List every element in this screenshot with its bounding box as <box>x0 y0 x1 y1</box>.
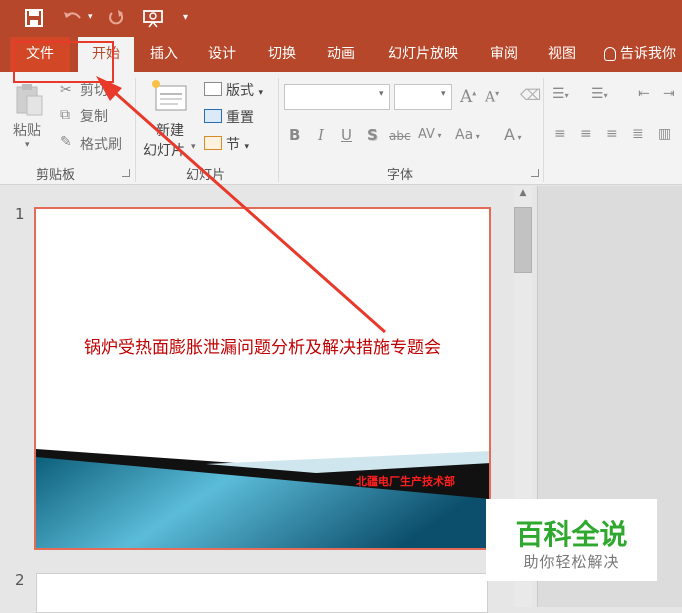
layout-button[interactable]: 版式 ▾ <box>226 80 263 100</box>
grow-font-icon[interactable]: A▴ <box>460 87 476 107</box>
quick-access-toolbar: ▾ ▾ <box>0 0 682 37</box>
strikethrough-button[interactable]: abc <box>389 129 411 143</box>
present-from-start-icon[interactable] <box>142 8 166 28</box>
slide-thumbnail-2[interactable] <box>36 573 488 613</box>
format-painter-button[interactable]: 格式刷 <box>80 134 122 154</box>
reset-button[interactable]: 重置 <box>226 107 254 127</box>
format-painter-icon: ✎ <box>60 134 72 150</box>
font-name-dropdown-icon[interactable]: ▾ <box>379 89 384 99</box>
numbering-icon[interactable]: ☰▾ <box>591 86 608 102</box>
undo-dropdown-icon[interactable]: ▾ <box>88 12 108 32</box>
align-left-icon[interactable]: ≡ <box>554 126 566 142</box>
bullets-icon[interactable]: ☰▾ <box>552 86 569 102</box>
tab-slideshow[interactable]: 幻灯片放映 <box>377 37 469 72</box>
watermark: 百科全说 助你轻松解决 <box>486 499 657 581</box>
clipboard-launcher-icon[interactable] <box>122 169 130 177</box>
change-case-label: Aa <box>455 127 474 143</box>
font-color-button[interactable]: A ▾ <box>504 125 522 144</box>
new-slide-dropdown-icon[interactable]: ▾ <box>191 142 196 152</box>
italic-button[interactable]: I <box>318 126 324 144</box>
align-center-icon[interactable]: ≡ <box>580 126 592 142</box>
slide-thumbnail-1[interactable]: 锅炉受热面膨胀泄漏问题分析及解决措施专题会 北疆电厂生产技术部 <box>34 207 491 550</box>
decrease-indent-icon[interactable]: ⇤ <box>638 86 650 102</box>
redo-icon[interactable] <box>106 8 126 28</box>
tell-me-box[interactable]: 告诉我你 <box>604 37 682 72</box>
new-slide-icon[interactable] <box>150 78 190 114</box>
paste-button[interactable]: 粘贴 <box>13 120 41 140</box>
font-launcher-icon[interactable] <box>531 169 539 177</box>
slides-group-label: 幻灯片 <box>186 168 226 183</box>
copy-button[interactable]: 复制 <box>80 106 108 126</box>
section-icon <box>204 136 222 150</box>
shrink-font-label: A <box>485 89 496 106</box>
bold-button[interactable]: B <box>289 126 300 144</box>
justify-icon[interactable]: ≣ <box>632 126 644 142</box>
watermark-title: 百科全说 <box>515 518 628 551</box>
copy-icon: ⧉ <box>60 107 70 123</box>
character-spacing-label: AV <box>418 127 435 142</box>
font-color-label: A <box>504 125 515 144</box>
slide-footer: 北疆电厂生产技术部 <box>356 475 455 488</box>
font-group-label: 字体 <box>387 168 414 183</box>
save-icon[interactable] <box>24 8 44 28</box>
undo-icon[interactable] <box>62 8 82 28</box>
font-name-input[interactable] <box>284 84 390 110</box>
layout-label: 版式 <box>226 83 254 99</box>
character-spacing-button[interactable]: AV ▾ <box>418 127 442 142</box>
font-size-dropdown-icon[interactable]: ▾ <box>441 89 446 99</box>
scrollbar-thumb[interactable] <box>514 207 532 273</box>
slide-number: 1 <box>15 205 25 223</box>
paste-icon[interactable] <box>14 82 44 118</box>
shrink-font-icon[interactable]: A▾ <box>485 89 499 106</box>
slide-title: 锅炉受热面膨胀泄漏问题分析及解决措施专题会 <box>84 338 441 358</box>
new-slide-label-2[interactable]: 幻灯片 <box>143 140 185 160</box>
section-label: 节 <box>226 137 240 153</box>
align-right-icon[interactable]: ≡ <box>606 126 618 142</box>
tab-review[interactable]: 审阅 <box>480 37 528 72</box>
new-slide-label-1[interactable]: 新建 <box>156 120 184 140</box>
clipboard-group-label: 剪贴板 <box>36 168 76 183</box>
tell-me-label: 告诉我你 <box>620 46 676 62</box>
columns-icon[interactable]: ▥ <box>658 126 671 142</box>
change-case-button[interactable]: Aa ▾ <box>455 127 480 143</box>
group-separator <box>543 78 544 182</box>
scroll-up-icon[interactable]: ▲ <box>514 188 532 204</box>
tab-transitions[interactable]: 切换 <box>258 37 306 72</box>
ribbon-home: 粘贴 ▾ ✂ 剪切 ⧉ 复制 ✎ 格式刷 剪贴板 新建 幻灯片 ▾ 版式 ▾ 重… <box>0 72 682 185</box>
section-button[interactable]: 节 ▾ <box>226 134 249 154</box>
increase-indent-icon[interactable]: ⇥ <box>663 86 675 102</box>
group-separator <box>278 78 279 182</box>
clear-formatting-icon[interactable]: ⌫ <box>520 86 541 104</box>
watermark-subtitle: 助你轻松解决 <box>523 553 620 571</box>
underline-button[interactable]: U <box>341 126 352 144</box>
tab-design[interactable]: 设计 <box>198 37 246 72</box>
tab-insert[interactable]: 插入 <box>140 37 188 72</box>
paste-dropdown-icon[interactable]: ▾ <box>25 140 30 150</box>
customize-qat-icon[interactable]: ▾ <box>183 12 203 32</box>
highlight-box <box>13 41 114 83</box>
lightbulb-icon <box>604 47 616 61</box>
layout-icon <box>204 82 222 96</box>
slide-banner-graphic <box>36 449 489 548</box>
scissors-icon: ✂ <box>60 82 72 98</box>
text-shadow-button[interactable]: S <box>367 126 378 144</box>
tab-view[interactable]: 视图 <box>538 37 586 72</box>
group-separator <box>135 78 136 182</box>
cut-button[interactable]: 剪切 <box>80 80 108 100</box>
slide-number: 2 <box>15 571 25 589</box>
tab-animations[interactable]: 动画 <box>317 37 365 72</box>
grow-font-label: A <box>460 87 473 107</box>
reset-icon <box>204 109 222 123</box>
